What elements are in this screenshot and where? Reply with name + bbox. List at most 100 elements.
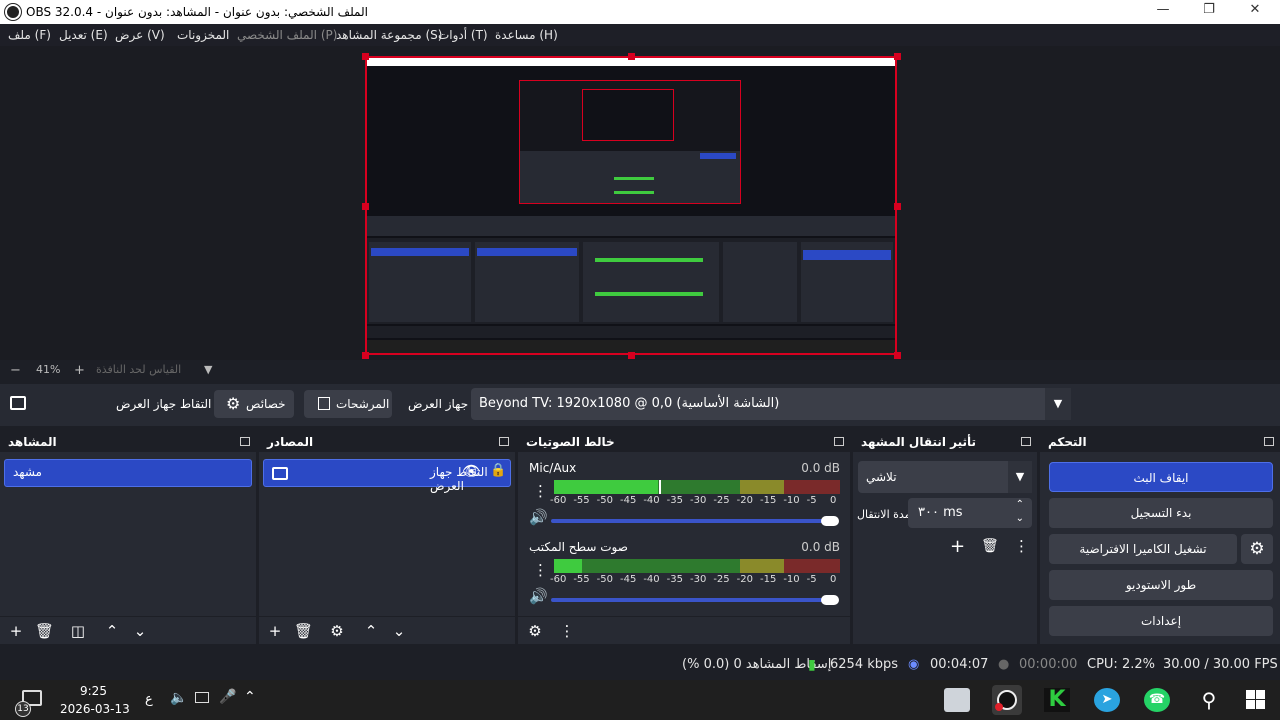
- scene-filters-icon[interactable]: ◫: [69, 622, 87, 640]
- move-up-icon[interactable]: ⌃: [103, 622, 121, 640]
- lock-icon[interactable]: 🔒: [490, 463, 506, 478]
- clock-time[interactable]: 9:25: [80, 684, 107, 698]
- kick-icon[interactable]: K: [1044, 688, 1070, 712]
- display-select[interactable]: Beyond TV: 1920x1080 @ 0,0 (الشاشة الأسا…: [471, 388, 1071, 420]
- language-indicator[interactable]: ع: [145, 692, 153, 707]
- move-down-icon[interactable]: ⌄: [131, 622, 149, 640]
- meter-tick-label: -35: [666, 495, 683, 506]
- remove-scene-icon[interactable]: 🗑: [35, 622, 54, 640]
- stream-time: 00:04:07: [930, 657, 989, 672]
- move-up-icon[interactable]: ⌃: [362, 622, 380, 640]
- move-down-icon[interactable]: ⌄: [390, 622, 408, 640]
- meter-tick-label: -10: [783, 574, 800, 585]
- menu-file[interactable]: ملف (F): [8, 28, 51, 42]
- chevron-down-icon[interactable]: ⌄: [1016, 513, 1024, 524]
- meter-tick-label: -30: [690, 574, 707, 585]
- add-source-icon[interactable]: +: [266, 622, 284, 640]
- speaker-icon[interactable]: 🔊: [529, 508, 548, 526]
- stop-streaming-button[interactable]: ايقاف البث: [1049, 462, 1273, 492]
- meter-tick-label: -50: [596, 495, 613, 506]
- gear-icon: ⚙: [226, 394, 241, 413]
- menu-profile[interactable]: الملف الشخصي (P): [237, 28, 337, 42]
- obs-taskbar-icon[interactable]: [992, 685, 1022, 715]
- add-scene-icon[interactable]: +: [7, 622, 25, 640]
- minimize-button[interactable]: —: [1140, 2, 1186, 22]
- meter-tick-label: -10: [783, 495, 800, 506]
- start-virtual-camera-button[interactable]: تشغيل الكاميرا الافتراضية: [1049, 534, 1237, 564]
- record-time: 00:00:00: [1019, 657, 1078, 672]
- restore-button[interactable]: ❐: [1186, 2, 1232, 22]
- zoom-fit-label[interactable]: القياس لحد النافذة: [96, 363, 181, 376]
- preview-display-capture[interactable]: [365, 56, 897, 355]
- network-icon[interactable]: [195, 692, 209, 703]
- settings-button[interactable]: إعدادات: [1049, 606, 1273, 636]
- obs-logo-icon: [5, 4, 21, 20]
- chevron-up-icon[interactable]: ⌃: [1016, 499, 1024, 510]
- zoom-in-button[interactable]: +: [74, 363, 85, 378]
- cpu-usage: CPU: 2.2%: [1087, 657, 1155, 672]
- volume-slider-knob[interactable]: [821, 595, 839, 605]
- transition-menu-icon[interactable]: ⋮: [1014, 537, 1029, 555]
- popout-icon[interactable]: [1021, 437, 1031, 446]
- chevron-down-icon[interactable]: ▼: [1008, 461, 1032, 493]
- search-icon[interactable]: ⚲: [1196, 688, 1222, 712]
- mixer-menu-icon[interactable]: ⋮: [558, 622, 576, 640]
- mixer-title: خالط الصوتيات: [526, 435, 615, 449]
- popout-icon[interactable]: [499, 437, 509, 446]
- popout-icon[interactable]: [240, 437, 250, 446]
- telegram-icon[interactable]: ➤: [1094, 688, 1120, 712]
- popout-icon[interactable]: [834, 437, 844, 446]
- close-button[interactable]: ✕: [1232, 2, 1278, 22]
- remove-source-icon[interactable]: 🗑: [294, 622, 313, 640]
- menu-edit[interactable]: تعديل (E): [59, 28, 108, 42]
- whatsapp-icon[interactable]: ☎: [1144, 688, 1170, 712]
- meter-tick-label: -5: [806, 495, 817, 506]
- meter-tick-label: -25: [713, 574, 730, 585]
- eye-icon[interactable]: 👁: [462, 462, 481, 480]
- meter-tick-label: -55: [573, 495, 590, 506]
- taskbar: 13 9:25 2026-03-13 ع 🔈 🎤 ⌃ K ➤ ☎ ⚲: [0, 680, 1280, 720]
- nested-docks: [367, 238, 895, 324]
- nested-preview: [519, 80, 741, 204]
- add-transition-icon[interactable]: +: [950, 536, 965, 557]
- monitor-icon: [10, 396, 26, 410]
- chevron-up-icon[interactable]: ⌃: [244, 689, 256, 705]
- zoom-out-button[interactable]: −: [10, 363, 21, 378]
- properties-button[interactable]: ⚙ خصائص: [214, 390, 294, 418]
- start-recording-button[interactable]: بدء التسجيل: [1049, 498, 1273, 528]
- volume-slider[interactable]: [551, 519, 831, 523]
- file-explorer-icon[interactable]: [944, 688, 970, 712]
- volume-icon[interactable]: 🔈: [170, 690, 187, 706]
- window-title: OBS 32.0.4 - الملف الشخصي: بدون عنوان - …: [26, 5, 368, 19]
- duration-spinbox[interactable]: ٣٠٠ ms ⌃ ⌄: [908, 498, 1032, 528]
- volume-slider[interactable]: [551, 598, 831, 602]
- chevron-down-icon[interactable]: ▼: [1045, 388, 1071, 420]
- menu-scene-collection[interactable]: مجموعة المشاهد (S): [336, 28, 442, 42]
- duration-label: مدة الانتقال: [857, 508, 911, 521]
- stream-icon: ◉: [908, 657, 920, 672]
- sources-title: المصادر: [267, 435, 314, 449]
- microphone-icon[interactable]: 🎤: [219, 689, 236, 705]
- clock-date[interactable]: 2026-03-13: [60, 702, 130, 716]
- menu-docks[interactable]: المخزونات: [177, 28, 229, 42]
- remove-transition-icon[interactable]: 🗑: [981, 538, 999, 554]
- windows-start-icon[interactable]: [1244, 688, 1270, 712]
- speaker-icon[interactable]: 🔊: [529, 587, 548, 605]
- menu-tools[interactable]: أدوات (T): [438, 28, 488, 42]
- source-settings-icon[interactable]: ⚙: [328, 622, 346, 640]
- zoom-dropdown-icon[interactable]: ▼: [204, 363, 212, 376]
- volume-slider-knob[interactable]: [821, 516, 839, 526]
- menu-view[interactable]: عرض (V): [115, 28, 165, 42]
- fps: 30.00 / 30.00 FPS: [1163, 657, 1278, 672]
- scene-item[interactable]: مشهد: [4, 459, 252, 487]
- advanced-audio-icon[interactable]: ⚙: [526, 622, 544, 640]
- source-item[interactable]: التقاط جهاز العرض 👁 🔒: [263, 459, 511, 493]
- menu-help[interactable]: مساعدة (H): [495, 28, 558, 42]
- filters-button[interactable]: المرشحات: [304, 390, 392, 418]
- transition-select[interactable]: تلاشي ▼: [858, 461, 1032, 493]
- popout-icon[interactable]: [1264, 437, 1274, 446]
- meter-tick-label: -45: [620, 574, 637, 585]
- studio-mode-button[interactable]: طور الاستوديو: [1049, 570, 1273, 600]
- meter-tick-label: -35: [666, 574, 683, 585]
- virtual-camera-settings-icon[interactable]: ⚙: [1241, 534, 1273, 564]
